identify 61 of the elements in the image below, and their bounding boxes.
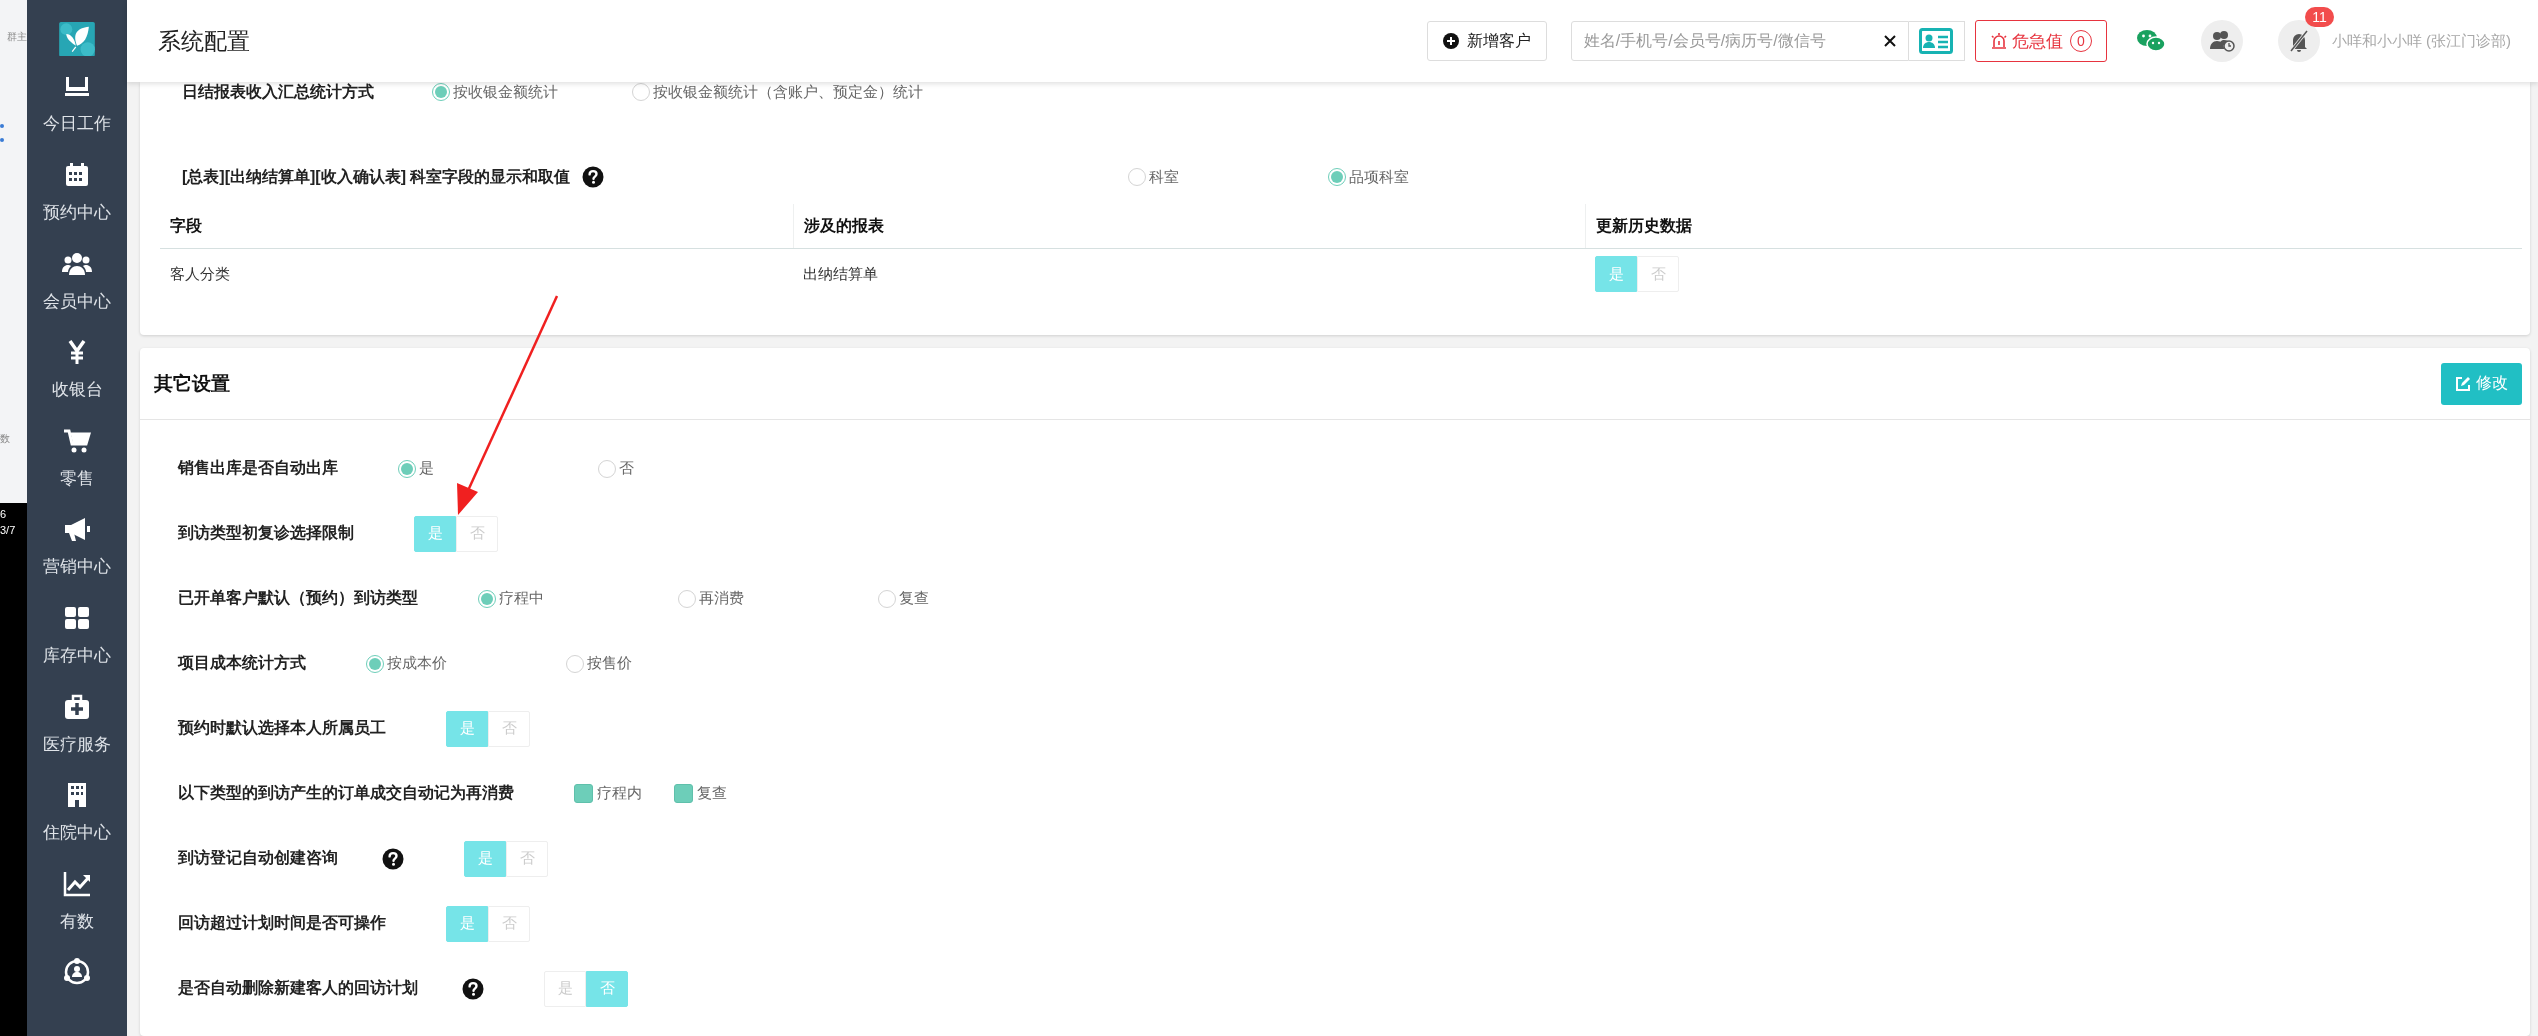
setting-label: 到访类型初复诊选择限制: [178, 523, 354, 543]
window-fragment-text: 6: [0, 507, 7, 521]
radio-option[interactable]: 按成本价: [366, 654, 566, 673]
plus-icon: [1442, 33, 1459, 49]
id-card-button[interactable]: [1908, 21, 1965, 61]
radio-option[interactable]: 复查: [878, 589, 1078, 608]
radio-option[interactable]: 疗程中: [478, 589, 678, 608]
radio-option[interactable]: 科室: [1128, 167, 1329, 187]
radio-option[interactable]: 再消费: [678, 589, 878, 608]
dot-icon: [0, 124, 4, 142]
setting-label: 是否自动删除新建客人的回访计划: [178, 978, 418, 998]
setting-label: [总表][出纳结算单][收入确认表] 科室字段的显示和取值: [182, 166, 571, 187]
help-icon[interactable]: [462, 977, 484, 1000]
search-field[interactable]: 姓名/手机号/会员号/病历号/微信号: [1570, 21, 1909, 61]
setting-label: 预约时默认选择本人所属员工: [178, 718, 386, 738]
setting-label: 以下类型的到访产生的订单成交自动记为再消费: [178, 783, 514, 803]
window-fragment-text: 群主: [7, 30, 27, 44]
page-title: 系统配置: [158, 26, 250, 56]
column-header: 更新历史数据: [1585, 204, 2522, 249]
nav-item[interactable]: 零售: [60, 467, 94, 490]
radio-option[interactable]: 否: [598, 459, 798, 478]
group-clock-icon: [2208, 30, 2235, 52]
checkbox-option[interactable]: 复查: [674, 784, 774, 803]
radio-option[interactable]: 品项科室: [1328, 167, 1529, 187]
window-fragment-text: 3/7: [0, 523, 16, 537]
help-icon[interactable]: [582, 166, 605, 188]
nav-item[interactable]: 库存中心: [43, 645, 111, 668]
critical-value-button[interactable]: 危急值 0: [1974, 20, 2107, 62]
nav-item[interactable]: 住院中心: [43, 822, 111, 845]
checkbox-option[interactable]: 疗程内: [574, 784, 674, 803]
setting-label: 已开单客户默认（预约）到访类型: [178, 588, 418, 608]
table-cell: 出纳结算单: [793, 248, 1585, 299]
nav-item[interactable]: 今日工作: [43, 113, 111, 136]
nav-item[interactable]: 医疗服务: [43, 733, 111, 756]
table-cell: 客人分类: [160, 248, 793, 299]
notification-badge: 11: [2305, 7, 2334, 27]
window-fragment-text: 数: [0, 432, 10, 446]
setting-label: 到访登记自动创建咨询: [178, 848, 338, 868]
new-customer-button[interactable]: 新增客户: [1426, 21, 1547, 61]
setting-label: 日结报表收入汇总统计方式: [182, 82, 374, 102]
radio-option[interactable]: 按收银金额统计: [432, 82, 632, 102]
column-header: 涉及的报表: [793, 204, 1585, 249]
nav-item[interactable]: 会员中心: [43, 290, 111, 313]
edit-icon: [2455, 375, 2471, 392]
section-title: 其它设置: [154, 371, 230, 396]
nav-item[interactable]: 收银台: [51, 379, 103, 402]
setting-label: 销售出库是否自动出库: [178, 458, 338, 478]
nav-item[interactable]: 预约中心: [43, 202, 111, 225]
close-icon[interactable]: [1882, 34, 1897, 48]
setting-label: 回访超过计划时间是否可操作: [178, 913, 386, 933]
setting-label: 项目成本统计方式: [178, 653, 306, 673]
chat-bubbles-icon[interactable]: [2136, 29, 2165, 53]
column-header: 字段: [160, 204, 793, 249]
nav-item[interactable]: 营销中心: [43, 556, 111, 579]
alarm-light-icon: [1989, 32, 2008, 50]
radio-option[interactable]: 是: [398, 459, 598, 478]
radio-option[interactable]: 按收银金额统计（含账户、预定金）统计: [632, 82, 923, 102]
nav-item[interactable]: 有数: [60, 910, 94, 933]
group-clock-button[interactable]: [2200, 20, 2243, 62]
radio-option[interactable]: 按售价: [566, 654, 766, 673]
help-icon[interactable]: [382, 847, 404, 870]
